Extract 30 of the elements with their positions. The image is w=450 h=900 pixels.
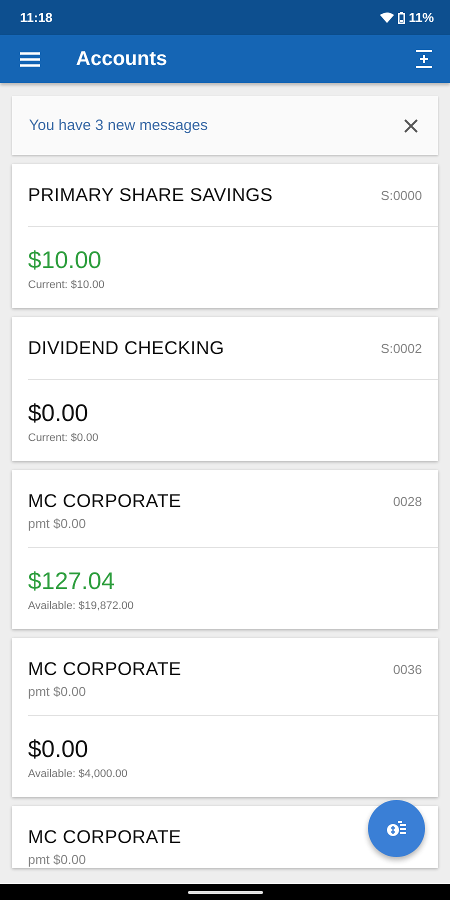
account-number: 0028 [393,494,422,509]
account-balance: $0.00 [28,400,90,428]
account-number: 0036 [393,662,422,677]
menu-icon[interactable] [20,52,40,66]
home-handle[interactable] [188,890,262,894]
screen-title: Accounts [76,48,168,70]
account-balance: $10.00 [28,247,102,275]
balance-detail: Current: $10.00 [28,279,106,291]
account-name: MC CORPORATE [28,658,182,680]
account-balance: $127.04 [28,568,116,596]
status-time: 11:18 [20,10,53,25]
account-name: PRIMARY SHARE SAVINGS [28,184,273,206]
coin-icon [386,820,406,836]
account-number: S:0000 [380,188,422,203]
account-name: DIVIDEND CHECKING [28,337,224,359]
wifi-icon [380,12,394,23]
balance-detail: Available: $19,872.00 [28,600,135,612]
battery-icon [398,12,405,24]
balance-detail: Current: $0.00 [28,432,100,444]
account-name: MC CORPORATE [28,490,182,512]
account-balance: $0.00 [28,736,90,764]
battery-level: 11% [408,10,434,25]
payment-due: pmt $0.00 [28,852,87,867]
account-number: S:0002 [380,341,422,356]
close-icon[interactable] [404,118,418,132]
account-name: MC CORPORATE [28,826,182,848]
payment-due: pmt $0.00 [28,516,87,531]
payment-due: pmt $0.00 [28,684,87,699]
expand-collapse-icon[interactable] [416,50,432,68]
balance-detail: Available: $4,000.00 [28,768,128,780]
